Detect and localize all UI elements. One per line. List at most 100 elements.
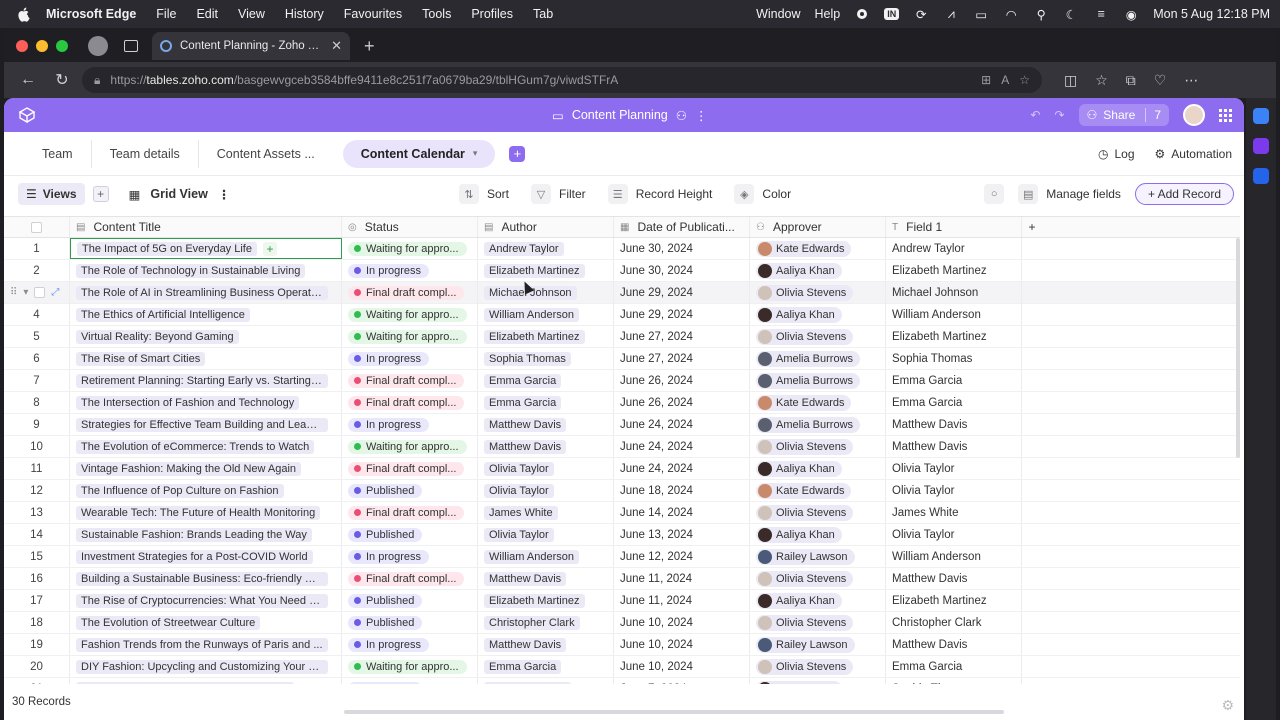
undo-icon[interactable]: ↶	[1030, 108, 1040, 122]
read-aloud-icon[interactable]: A	[1001, 73, 1009, 87]
cell-content-title[interactable]: Strategies for Effective Team Building a…	[70, 414, 342, 435]
cell-approver[interactable]: Olivia Stevens	[750, 436, 886, 457]
cell-field-1[interactable]: Elizabeth Martinez	[886, 590, 1022, 611]
table-row[interactable]: 4 The Ethics of Artificial Intelligence …	[4, 304, 1240, 326]
table-row[interactable]: 11 Vintage Fashion: Making the Old New A…	[4, 458, 1240, 480]
menu-tools[interactable]: Tools	[422, 7, 451, 21]
search-icon[interactable]: ○	[984, 184, 1005, 204]
cell-field-1[interactable]: Sophia Thomas	[886, 348, 1022, 369]
cell-author[interactable]: James White	[478, 502, 614, 523]
cell-date[interactable]: June 27, 2024	[614, 348, 750, 369]
cell-content-title[interactable]: Vintage Fashion: Making the Old New Agai…	[70, 458, 342, 479]
cell-field-1[interactable]: Olivia Taylor	[886, 524, 1022, 545]
menu-profiles[interactable]: Profiles	[471, 7, 513, 21]
wifi-icon[interactable]: ◠	[1003, 6, 1019, 22]
table-row[interactable]: ⠿ ▾ ⤢ The Role of AI in Streamlining Busin…	[4, 282, 1240, 304]
tab-content-assets[interactable]: Content Assets ...	[199, 140, 333, 168]
cell-author[interactable]: Sophia Thomas	[478, 348, 614, 369]
table-row[interactable]: 15 Investment Strategies for a Post-COVI…	[4, 546, 1240, 568]
cell-approver[interactable]: Olivia Stevens	[750, 612, 886, 633]
row-number-cell[interactable]: 4	[4, 304, 70, 325]
cell-date[interactable]: June 10, 2024	[614, 612, 750, 633]
input-source-badge[interactable]: IN	[884, 8, 900, 20]
zoho-tables-logo-icon[interactable]	[18, 106, 36, 124]
base-more-icon[interactable]: ⋮	[695, 108, 708, 123]
cell-date[interactable]: June 12, 2024	[614, 546, 750, 567]
cell-approver[interactable]: Kate Edwards	[750, 392, 886, 413]
filter-button[interactable]: ▽ Filter	[531, 184, 586, 204]
row-number-cell[interactable]: 8	[4, 392, 70, 413]
cell-author[interactable]: Emma Garcia	[478, 392, 614, 413]
add-field-button[interactable]: +	[1022, 217, 1042, 237]
cell-content-title[interactable]: The Role of AI in Streamlining Business …	[70, 282, 342, 303]
row-number-cell[interactable]: 5	[4, 326, 70, 347]
cell-content-title[interactable]: The Ethics of Artificial Intelligence	[70, 304, 342, 325]
cell-author[interactable]: Olivia Taylor	[478, 480, 614, 501]
cell-content-title[interactable]: Virtual Reality: Beyond Gaming	[70, 326, 342, 347]
tab-actions-icon[interactable]	[124, 40, 138, 52]
cell-status[interactable]: In progress	[342, 260, 478, 281]
table-row[interactable]: 19 Fashion Trends from the Runways of Pa…	[4, 634, 1240, 656]
table-row[interactable]: 20 DIY Fashion: Upcycling and Customizin…	[4, 656, 1240, 678]
cell-author[interactable]: Olivia Taylor	[478, 524, 614, 545]
cell-date[interactable]: June 24, 2024	[614, 436, 750, 457]
cell-field-1[interactable]: William Anderson	[886, 546, 1022, 567]
refresh-icon[interactable]: ↻	[52, 70, 72, 90]
tab-team[interactable]: Team	[24, 139, 92, 168]
cell-approver[interactable]: Aaliya Khan	[750, 524, 886, 545]
views-button[interactable]: ☰ Views	[18, 183, 85, 205]
app-available-icon[interactable]: ⊞	[981, 73, 991, 87]
row-number-cell[interactable]: 9	[4, 414, 70, 435]
menu-file[interactable]: File	[156, 7, 176, 21]
browser-essentials-icon[interactable]: ♡	[1154, 72, 1167, 89]
cell-author[interactable]: Elizabeth Martinez	[478, 260, 614, 281]
cell-author[interactable]: Emma Garcia	[478, 656, 614, 677]
column-header-author[interactable]: ▤ Author	[478, 217, 614, 237]
cell-approver[interactable]: Aaliya Khan	[750, 590, 886, 611]
cell-status[interactable]: Published	[342, 524, 478, 545]
table-row[interactable]: 18 The Evolution of Streetwear Culture P…	[4, 612, 1240, 634]
color-button[interactable]: ◈ Color	[734, 184, 791, 204]
cell-field-1[interactable]: Andrew Taylor	[886, 238, 1022, 259]
base-title[interactable]: Content Planning	[572, 108, 668, 122]
cell-date[interactable]: June 24, 2024	[614, 414, 750, 435]
chevron-down-icon[interactable]: ▾	[23, 287, 28, 298]
cell-content-title[interactable]: Investment Strategies for a Post-COVID W…	[70, 546, 342, 567]
row-number-cell[interactable]: 12	[4, 480, 70, 501]
cell-field-1[interactable]: Elizabeth Martinez	[886, 326, 1022, 347]
cell-author[interactable]: Matthew Davis	[478, 414, 614, 435]
menu-clock[interactable]: Mon 5 Aug 12:18 PM	[1153, 7, 1270, 21]
record-icon[interactable]	[854, 6, 870, 22]
cell-approver[interactable]: Railey Lawson	[750, 634, 886, 655]
column-header-approver[interactable]: ⚇ Approver	[750, 217, 886, 237]
row-number-cell[interactable]: ⠿ ▾ ⤢	[4, 282, 70, 303]
copilot-icon[interactable]	[1253, 108, 1269, 124]
collections-icon[interactable]: ⧉	[1126, 72, 1136, 89]
cell-status[interactable]: In progress	[342, 414, 478, 435]
focus-moon-icon[interactable]: ☾	[1063, 6, 1079, 22]
control-center-icon[interactable]: ≡	[1093, 6, 1109, 22]
cell-content-title[interactable]: Wearable Tech: The Future of Health Moni…	[70, 502, 342, 523]
cell-status[interactable]: Final draft compl...	[342, 370, 478, 391]
cell-author[interactable]: Matthew Davis	[478, 634, 614, 655]
cell-approver[interactable]: Kate Edwards	[750, 238, 886, 259]
minimize-window-button[interactable]	[36, 40, 48, 52]
cell-approver[interactable]: Olivia Stevens	[750, 282, 886, 303]
sort-button[interactable]: ⇅ Sort	[459, 184, 509, 204]
row-drag-tools[interactable]: ⠿ ▾ ⤢	[10, 287, 59, 298]
sync-icon[interactable]: ⟳	[913, 6, 929, 22]
cell-approver[interactable]: Aaliya Khan	[750, 304, 886, 325]
cell-author[interactable]: Emma Garcia	[478, 370, 614, 391]
cell-status[interactable]: Final draft compl...	[342, 392, 478, 413]
cell-date[interactable]: June 13, 2024	[614, 524, 750, 545]
column-header-status[interactable]: ◎ Status	[342, 217, 478, 237]
cell-content-title[interactable]: The Rise of Cryptocurrencies: What You N…	[70, 590, 342, 611]
cell-field-1[interactable]: William Anderson	[886, 304, 1022, 325]
cell-author[interactable]: Christopher Clark	[478, 612, 614, 633]
cell-content-title[interactable]: The Role of Technology in Sustainable Li…	[70, 260, 342, 281]
cell-author[interactable]: Elizabeth Martinez	[478, 326, 614, 347]
cell-status[interactable]: Waiting for appro...	[342, 326, 478, 347]
cell-date[interactable]: June 14, 2024	[614, 502, 750, 523]
table-row[interactable]: 14 Sustainable Fashion: Brands Leading t…	[4, 524, 1240, 546]
url-field[interactable]: 🔒︎ https://tables.zoho.com/basgewvgceb35…	[82, 67, 1042, 93]
